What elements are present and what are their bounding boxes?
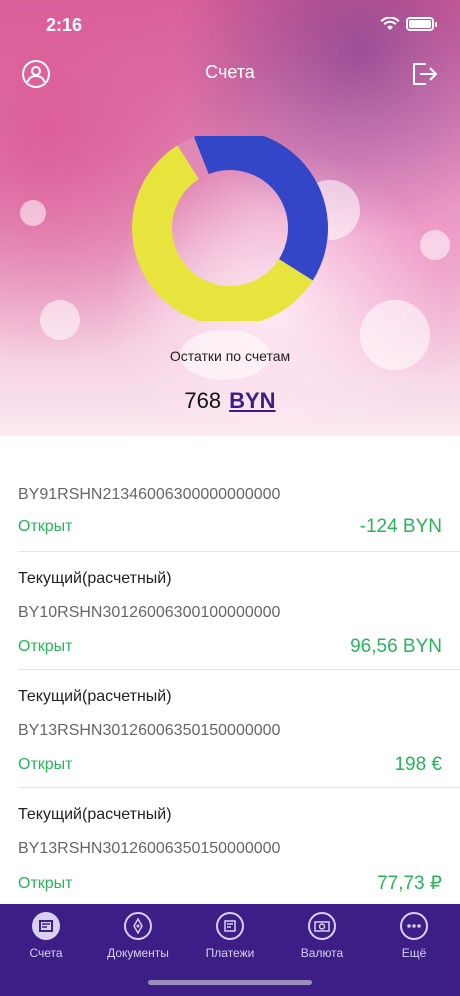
tab-label: Счета <box>29 946 63 960</box>
account-status: Открыт <box>18 874 73 892</box>
home-indicator <box>148 980 312 985</box>
tab-label: Платежи <box>205 946 255 960</box>
account-type: Текущий(расчетный) <box>18 688 172 705</box>
account-list: BY91RSHN21346006300000000000 Открыт -124… <box>0 470 460 906</box>
balance-label: Остатки по счетам <box>169 348 291 364</box>
wifi-icon <box>380 17 400 30</box>
account-iban: BY91RSHN21346006300000000000 <box>18 486 281 503</box>
accounts-icon <box>32 912 60 940</box>
account-balance: -124 BYN <box>359 516 442 537</box>
tab-label: Валюта <box>300 946 344 960</box>
balance-donut-chart <box>132 136 328 321</box>
tab-label: Документы <box>107 946 169 960</box>
account-item[interactable]: BY91RSHN21346006300000000000 Открыт -124… <box>18 470 460 552</box>
account-balance: 77,73 ₽ <box>377 873 442 894</box>
currency-link[interactable]: BYN <box>229 388 275 413</box>
account-item[interactable]: Текущий(расчетный) BY13RSHN3012600635015… <box>18 670 460 788</box>
account-status: Открыт <box>18 638 73 655</box>
tab-currency[interactable]: Валюта <box>276 912 368 960</box>
account-iban: BY13RSHN30126006350150000000 <box>18 722 281 739</box>
account-status: Открыт <box>18 518 73 535</box>
total-amount: 768 <box>184 388 222 413</box>
currency-icon <box>308 912 336 940</box>
account-iban: BY10RSHN30126006300100000000 <box>18 604 281 621</box>
status-time: 2:16 <box>46 15 83 35</box>
account-balance: 198 € <box>394 754 442 775</box>
documents-icon <box>124 912 152 940</box>
tab-documents[interactable]: Документы <box>92 912 184 960</box>
more-icon <box>400 912 428 940</box>
donut-segment-0 <box>193 136 328 281</box>
account-iban: BY13RSHN30126006350150000000 <box>18 840 281 857</box>
account-item[interactable]: Текущий(расчетный) BY10RSHN3012600630010… <box>18 552 460 670</box>
account-status: Открыт <box>18 756 73 773</box>
account-type: Текущий(расчетный) <box>18 806 172 823</box>
account-type: Текущий(расчетный) <box>18 570 172 587</box>
tab-payments[interactable]: Платежи <box>184 912 276 960</box>
tab-accounts[interactable]: Счета <box>0 912 92 960</box>
page-title: Счета <box>205 62 255 82</box>
battery-icon <box>406 17 437 31</box>
payments-icon <box>216 912 244 940</box>
status-bar: 2:16 <box>0 0 460 50</box>
account-item[interactable]: Текущий(расчетный) BY13RSHN3012600635015… <box>18 788 460 906</box>
account-balance: 96,56 BYN <box>350 636 442 657</box>
tab-more[interactable]: Ещё <box>368 912 460 960</box>
tab-label: Ещё <box>401 946 427 960</box>
total-balance: 768 BYN <box>0 388 460 414</box>
logout-icon[interactable] <box>410 60 438 88</box>
